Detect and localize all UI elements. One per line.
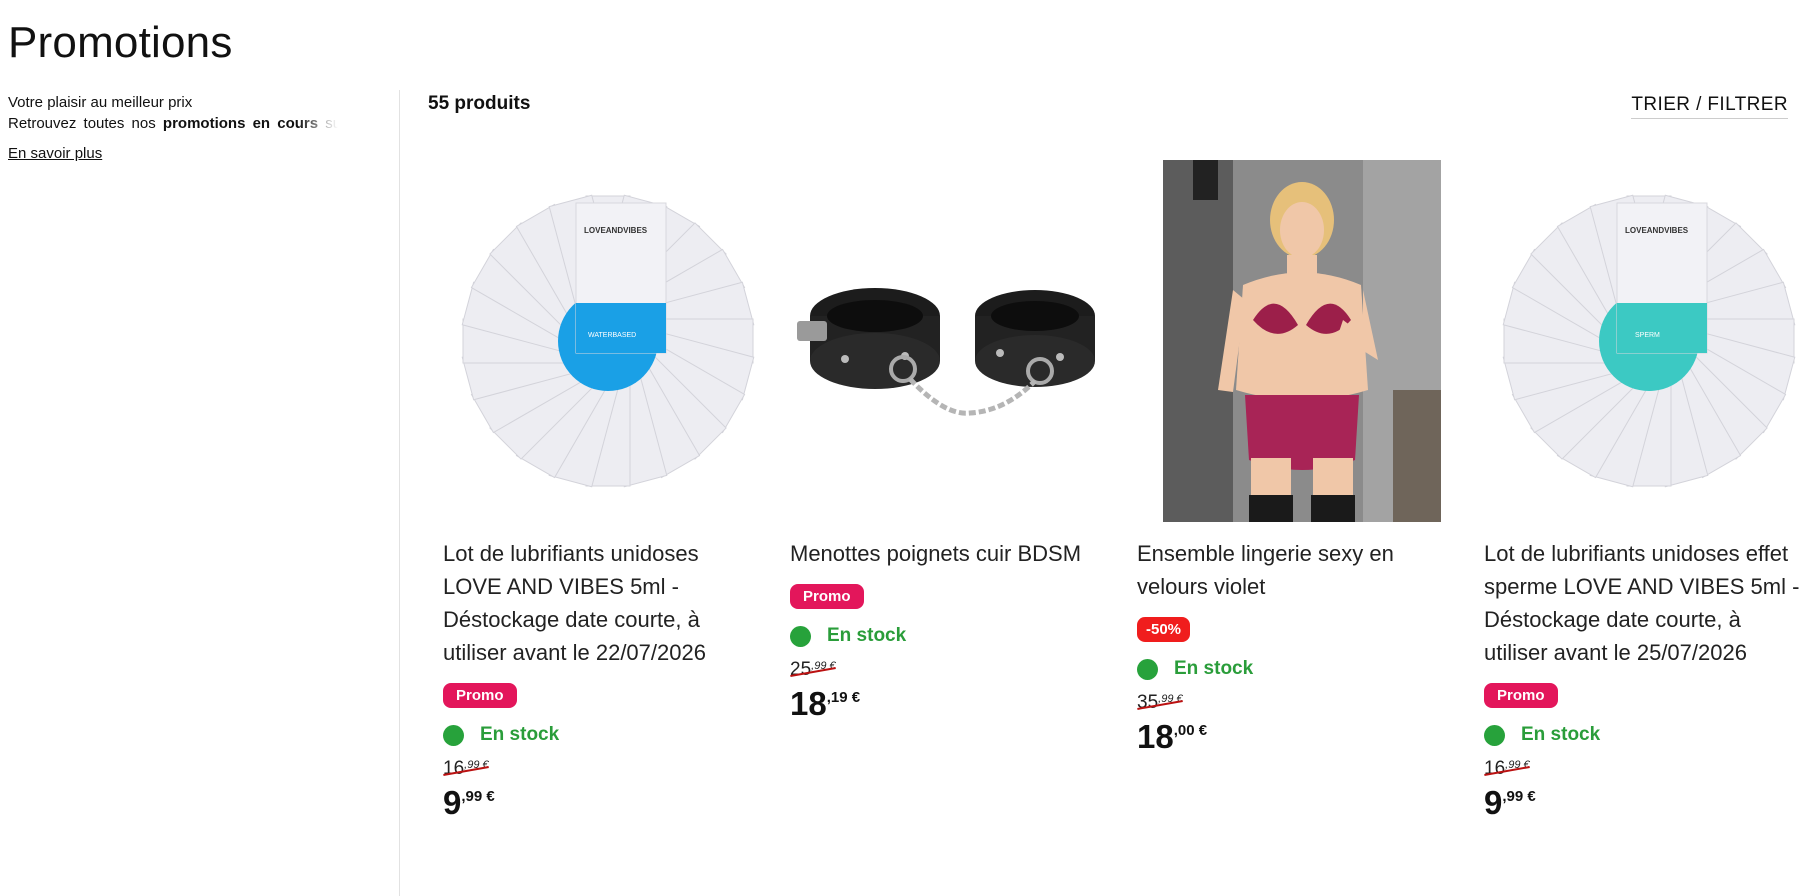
old-price: 16,99 € [443, 758, 489, 779]
intro-text: Retrouvez toutes nos [8, 115, 163, 132]
intro-text-faded: su [325, 115, 338, 132]
promo-badge: Promo [790, 584, 864, 609]
product-image[interactable]: LOVEANDVIBES SPERM [1484, 158, 1800, 523]
in-stock-dot-icon [443, 724, 464, 746]
sort-filter-button[interactable]: TRIER / FILTRER [1631, 94, 1788, 119]
leather-cuffs-image [797, 287, 1095, 416]
old-price: 16,99 € [1484, 758, 1530, 779]
stock-status: En stock [1137, 658, 1467, 680]
product-card[interactable]: Menottes poignets cuir BDSM Promo En sto… [790, 158, 1120, 723]
old-price: 35,99 € [1137, 692, 1183, 713]
stock-label: En stock [1174, 658, 1254, 679]
old-price: 25,99 € [790, 659, 836, 680]
current-price: 18,00 € [1137, 718, 1208, 755]
promo-badge: Promo [1484, 683, 1558, 708]
svg-text:SPERM: SPERM [1635, 332, 1660, 339]
stock-status: En stock [790, 625, 1120, 647]
product-name[interactable]: Lot de lubrifiants unidoses LOVE AND VIB… [443, 537, 773, 669]
intro-bold-text: promotions en cours [162, 115, 319, 132]
stock-label: En stock [480, 724, 560, 745]
right-cuff [975, 289, 1095, 387]
category-intro: Votre plaisir au meilleur prix Retrouvez… [8, 92, 338, 164]
intro-line-1: Votre plaisir au meilleur prix [8, 94, 193, 111]
svg-text:LOVEANDVIBES: LOVEANDVIBES [584, 226, 648, 235]
in-stock-dot-icon [790, 625, 811, 647]
page-title: Promotions [8, 18, 233, 67]
svg-text:WATERBASED: WATERBASED [588, 332, 636, 339]
front-sachet: LOVEANDVIBES WATERBASED [575, 202, 667, 353]
lubricant-sachets-image: LOVEANDVIBES SPERM [1502, 194, 1796, 487]
lubricant-sachets-image: LOVEANDVIBES WATERBASED [461, 194, 755, 487]
product-count: 55 produits [428, 93, 531, 114]
stock-status: En stock [1484, 724, 1800, 746]
stock-label: En stock [827, 625, 907, 646]
in-stock-dot-icon [1137, 658, 1158, 680]
front-sachet: LOVEANDVIBES SPERM [1616, 202, 1708, 353]
in-stock-dot-icon [1484, 724, 1505, 746]
product-card[interactable]: LOVEANDVIBES WATERBASED Lot de lubrifian… [443, 158, 773, 822]
left-cuff [797, 287, 940, 389]
read-more-link[interactable]: En savoir plus [8, 143, 102, 164]
lingerie-photo [1163, 159, 1441, 522]
current-price: 18,19 € [790, 685, 861, 722]
promo-badge: Promo [443, 683, 517, 708]
stock-label: En stock [1521, 724, 1601, 745]
sidebar-divider [399, 90, 400, 896]
stock-status: En stock [443, 724, 773, 746]
discount-badge: -50% [1137, 617, 1191, 642]
current-price: 9,99 € [443, 784, 495, 821]
intro-line-2: Retrouvez toutes nos promotions en cours… [8, 113, 338, 134]
product-name[interactable]: Lot de lubrifiants unidoses effet sperme… [1484, 537, 1800, 669]
product-image[interactable] [790, 158, 1120, 523]
product-image[interactable]: LOVEANDVIBES WATERBASED [443, 158, 773, 523]
product-card[interactable]: LOVEANDVIBES SPERM Lot de lubrifiants un… [1484, 158, 1800, 822]
current-price: 9,99 € [1484, 784, 1536, 821]
product-card[interactable]: Ensemble lingerie sexy en velours violet… [1137, 158, 1467, 756]
product-name[interactable]: Menottes poignets cuir BDSM [790, 537, 1120, 570]
svg-text:LOVEANDVIBES: LOVEANDVIBES [1625, 226, 1689, 235]
product-name[interactable]: Ensemble lingerie sexy en velours violet [1137, 537, 1467, 603]
product-image[interactable] [1137, 158, 1467, 523]
